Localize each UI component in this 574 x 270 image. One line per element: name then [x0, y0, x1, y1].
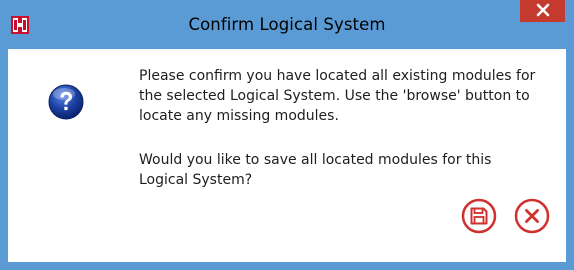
message-line: locate any missing modules. — [139, 108, 339, 124]
dialog-content: Please confirm you have located all exis… — [8, 49, 566, 262]
close-button[interactable] — [520, 0, 565, 22]
save-button[interactable] — [461, 198, 497, 234]
message-line: Would you like to save all located modul… — [139, 152, 492, 168]
floppy-disk-icon — [461, 198, 497, 238]
confirm-message: Please confirm you have located all exis… — [139, 66, 549, 126]
window-title: Confirm Logical System — [188, 15, 386, 34]
question-icon — [48, 84, 84, 120]
cancel-icon — [514, 198, 550, 238]
cancel-button[interactable] — [514, 198, 550, 234]
message-line: Logical System? — [139, 172, 253, 188]
title-bar[interactable]: Confirm Logical System — [0, 0, 574, 49]
dialog-window: Confirm Logical System Please confirm yo… — [0, 0, 574, 270]
close-icon — [536, 2, 550, 21]
message-line: the selected Logical System. Use the 'br… — [139, 88, 530, 104]
save-question: Would you like to save all located modul… — [139, 150, 549, 190]
message-line: Please confirm you have located all exis… — [139, 68, 536, 84]
